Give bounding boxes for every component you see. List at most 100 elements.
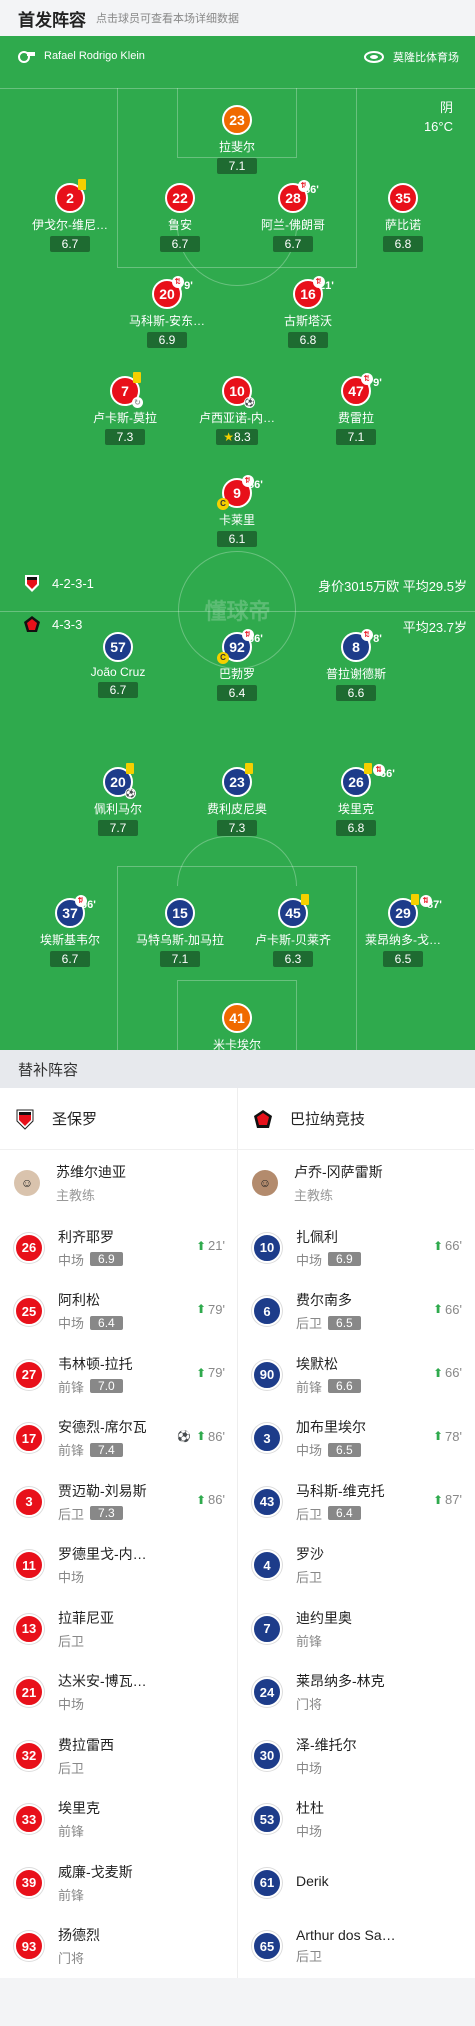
sub-number-badge: 27 bbox=[14, 1359, 44, 1390]
sub-player-row[interactable]: 10 扎佩利 中场 6.9 ⬆ 66' bbox=[238, 1216, 474, 1280]
sub-number-badge: 6 bbox=[252, 1296, 282, 1327]
pitch-player[interactable]: 26 ⇅ 66' 埃里克 6.8 bbox=[301, 763, 411, 837]
home-formation: 4-2-3-1 bbox=[22, 573, 94, 593]
pitch-player[interactable]: 23 拉斐尔 7.1 bbox=[182, 105, 292, 175]
sub-player-row[interactable]: 7 迪约里奥 前锋 bbox=[238, 1597, 474, 1661]
sub-player-row[interactable]: 65 Arthur dos Sa… 后卫 bbox=[238, 1915, 474, 1979]
athletico-crest-icon bbox=[254, 1109, 272, 1128]
rating-value: 6.8 bbox=[299, 333, 317, 347]
sub-time: ⬆ 79' bbox=[196, 1302, 225, 1317]
player-name: 费利皮尼奥 bbox=[206, 802, 267, 816]
pitch-player[interactable]: 29 ⇅ 87' 莱昂纳多-戈… 6.5 bbox=[348, 894, 458, 968]
pitch-player[interactable]: 57 João Cruz 6.7 bbox=[63, 632, 173, 699]
rating-value: 6.5 bbox=[394, 952, 412, 966]
sub-player-row[interactable]: 13 拉菲尼亚后卫 bbox=[0, 1597, 237, 1661]
player-name: 伊戈尔-维尼… bbox=[32, 218, 108, 232]
sub-name: 贾迈勒-刘易斯 bbox=[58, 1482, 147, 1499]
sub-number-badge: 33 bbox=[14, 1804, 44, 1835]
pitch-player[interactable]: 22 鲁安 6.7 bbox=[125, 183, 235, 253]
pitch-player[interactable]: 28 ⇅ 86' 阿兰-佛朗哥 6.7 bbox=[238, 180, 348, 253]
sub-time: ⬆ 66' bbox=[433, 1238, 462, 1253]
pitch-player[interactable]: 9 ⇅ 86' C 卡莱里 6.1 bbox=[182, 475, 292, 548]
sub-number: 32 bbox=[21, 1748, 37, 1764]
sub-player-row[interactable]: 3 加布里埃尔 中场 6.5 ⬆ 78' bbox=[238, 1407, 474, 1471]
coach-name: 卢乔-冈萨雷斯 bbox=[294, 1164, 383, 1180]
pitch-player[interactable]: 8 ⇅ 78' 普拉谢德斯 6.6 bbox=[301, 629, 411, 702]
sub-number: 13 bbox=[21, 1621, 37, 1637]
yellow-card-icon bbox=[364, 763, 372, 774]
pitch-player[interactable]: 47 ⇅ 79' 费雷拉 7.1 bbox=[301, 373, 411, 446]
sub-player-row[interactable]: 32 费拉雷西 后卫 bbox=[0, 1724, 237, 1788]
player-number-badge: 20 ⇅ 79' bbox=[152, 276, 193, 309]
sub-player-row[interactable]: 25 阿利松 中场 6.4 ⬆ 79' bbox=[0, 1280, 237, 1344]
player-rating: 6.8 bbox=[383, 236, 423, 252]
sub-player-row[interactable]: 27 韦林顿-拉托 前锋 7.0 ⬆ 79' bbox=[0, 1343, 237, 1407]
sub-player-row[interactable]: 6 费尔南多 后卫 6.5 ⬆ 66' bbox=[238, 1280, 474, 1344]
sub-player-row[interactable]: 61 Derik bbox=[238, 1851, 474, 1915]
sub-player-row[interactable]: 17 安德烈-席尔瓦 前锋 7.4 ⚽ ⬆ 86' bbox=[0, 1407, 237, 1471]
player-number-badge: 9 ⇅ 86' C bbox=[217, 475, 263, 510]
rating-value: 7.7 bbox=[109, 821, 127, 835]
sub-player-row[interactable]: 11 罗德里戈-内… 中场 bbox=[0, 1534, 237, 1598]
pitch-player[interactable]: 16 ⇅ 21' 古斯塔沃 6.8 bbox=[253, 276, 363, 349]
pitch-player[interactable]: 2 伊戈尔-维尼… 6.7 bbox=[15, 179, 125, 253]
pitch-player[interactable]: 45 卢卡斯-贝莱齐 6.3 bbox=[238, 894, 348, 968]
pitch-player[interactable]: 20 ⚽ 佩利马尔 7.7 bbox=[63, 763, 173, 837]
sub-player-row[interactable]: 3 贾迈勒-刘易斯 后卫 7.3 ⬆ 86' bbox=[0, 1470, 237, 1534]
sub-position: 门将 bbox=[58, 1951, 85, 1967]
sub-player-row[interactable]: 26 利齐耶罗 中场 6.9 ⬆ 21' bbox=[0, 1216, 237, 1280]
sub-minute: 86' bbox=[248, 479, 263, 491]
sub-player-row[interactable]: 53 杜杜 中场 bbox=[238, 1788, 474, 1852]
player-number-badge: 37 ⇅ 66' bbox=[55, 895, 96, 928]
sub-player-row[interactable]: 43 马科斯-维克托 后卫 6.4 ⬆ 87' bbox=[238, 1470, 474, 1534]
pitch-player[interactable]: 23 费利皮尼奥 7.3 bbox=[182, 763, 292, 837]
sub-player-row[interactable]: 33 埃里克 前锋 bbox=[0, 1788, 237, 1852]
player-number-badge: 10 ⚽ bbox=[222, 376, 255, 408]
pitch-player[interactable]: 92 ⇅ 66' C 巴勃罗 6.4 bbox=[182, 629, 292, 702]
player-number-badge: 20 ⚽ bbox=[103, 763, 136, 799]
coach-avatar: ☺ bbox=[252, 1170, 278, 1196]
sub-name: 达米安-博瓦… bbox=[58, 1673, 147, 1690]
pitch-player[interactable]: 15 马特乌斯-加马拉 7.1 bbox=[125, 898, 235, 968]
player-rating: 7.3 bbox=[105, 429, 145, 445]
player-number-badge: 35 bbox=[388, 183, 418, 213]
sub-name: 拉菲尼亚 bbox=[58, 1609, 114, 1626]
sub-name: 安德烈-席尔瓦 bbox=[58, 1419, 147, 1436]
home-coach[interactable]: ☺ 苏维尔迪亚 主教练 bbox=[0, 1150, 237, 1216]
sub-rating: 6.5 bbox=[328, 1315, 361, 1330]
sub-number: 17 bbox=[21, 1430, 37, 1446]
sub-position: 前锋 bbox=[296, 1379, 323, 1395]
sub-position: 后卫 bbox=[58, 1633, 85, 1649]
rating-value: 6.4 bbox=[228, 686, 246, 700]
player-number: 47 bbox=[348, 383, 364, 399]
player-rating: ★8.3 bbox=[216, 429, 258, 445]
sub-player-row[interactable]: 93 扬德烈 门将 bbox=[0, 1915, 237, 1979]
pitch-player[interactable]: 7 ↻ 卢卡斯-莫拉 7.3 bbox=[70, 372, 180, 446]
sub-number: 65 bbox=[259, 1938, 275, 1954]
pitch-player[interactable]: 20 ⇅ 79' 马科斯-安东… 6.9 bbox=[112, 276, 222, 349]
sub-position: 中场 bbox=[296, 1252, 323, 1268]
player-number: 45 bbox=[285, 905, 301, 921]
home-subs-column: 圣保罗 ☺ 苏维尔迪亚 主教练 26 利齐耶罗 中场 6.9 ⬆ 21' 25 阿利松 中场 6.… bbox=[0, 1088, 237, 1978]
player-name: João Cruz bbox=[90, 665, 146, 679]
away-coach[interactable]: ☺ 卢乔-冈萨雷斯 主教练 bbox=[238, 1150, 474, 1216]
player-number: 35 bbox=[395, 190, 411, 206]
pitch-player[interactable]: 10 ⚽ 卢西亚诺-内… ★8.3 bbox=[182, 376, 292, 446]
sub-minute: 21' bbox=[319, 280, 334, 292]
pitch-player[interactable]: 35 萨比诺 6.8 bbox=[348, 183, 458, 253]
sub-player-row[interactable]: 24 莱昂纳多-林克 门将 bbox=[238, 1661, 474, 1725]
sub-player-row[interactable]: 30 泽-维托尔 中场 bbox=[238, 1724, 474, 1788]
sub-number-badge: 90 bbox=[252, 1359, 282, 1390]
sub-player-row[interactable]: 4 罗沙 后卫 bbox=[238, 1534, 474, 1598]
sub-number-badge: 4 bbox=[252, 1550, 282, 1581]
pitch-player[interactable]: 37 ⇅ 66' 埃斯基韦尔 6.7 bbox=[15, 895, 125, 968]
sub-player-row[interactable]: 21 达米安-博瓦… 中场 bbox=[0, 1661, 237, 1725]
sub-name: 埃里克 bbox=[58, 1800, 100, 1817]
sub-minute: 66' bbox=[445, 1365, 462, 1380]
yellow-card-icon bbox=[133, 372, 141, 383]
pitch-player[interactable]: 41米卡埃尔6.3 bbox=[182, 1003, 292, 1050]
sub-player-row[interactable]: 90 埃默松 前锋 6.6 ⬆ 66' bbox=[238, 1343, 474, 1407]
rating-value: 6.1 bbox=[228, 532, 246, 546]
sub-player-row[interactable]: 39 威廉-戈麦斯 前锋 bbox=[0, 1851, 237, 1915]
rating-value: 6.7 bbox=[61, 952, 79, 966]
